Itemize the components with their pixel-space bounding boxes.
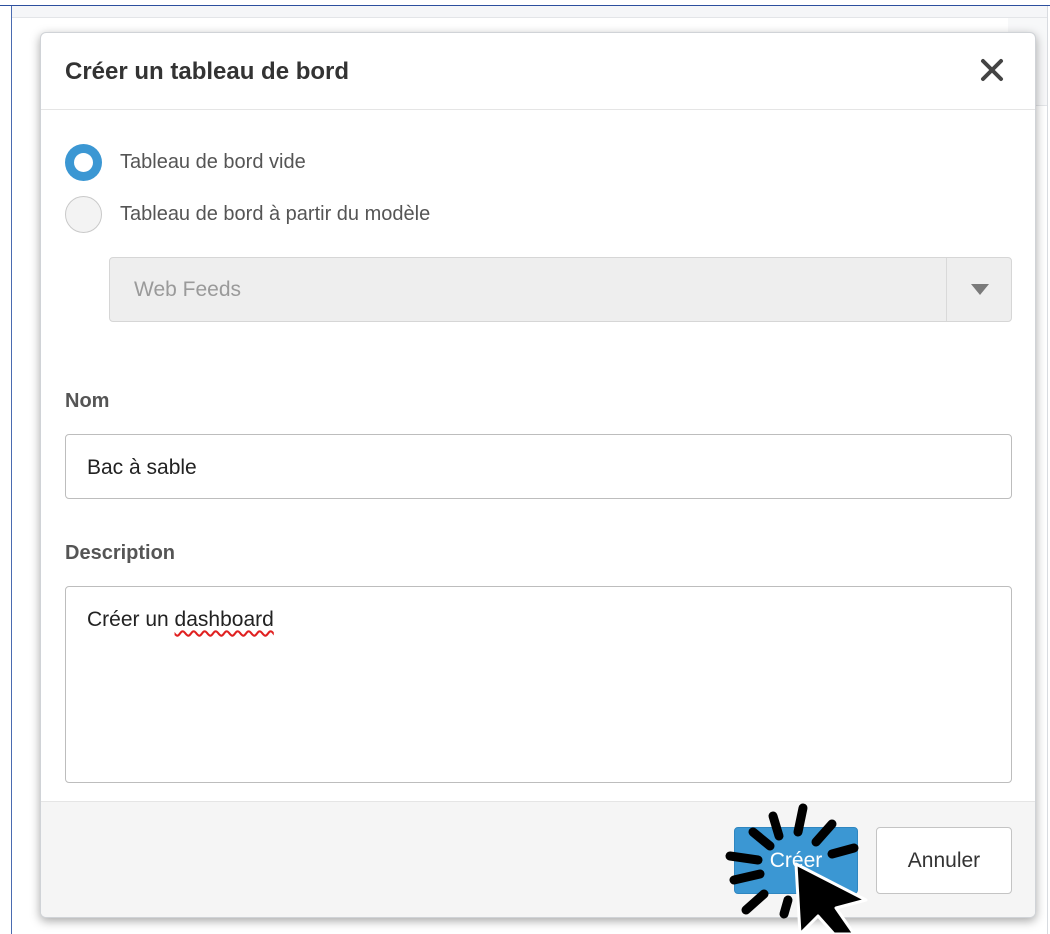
name-label: Nom [65, 390, 110, 412]
caret-down-icon [971, 284, 989, 295]
select-divider [946, 258, 947, 321]
dialog-title: Créer un tableau de bord [65, 58, 350, 85]
radio-label-empty-dashboard: Tableau de bord vide [120, 151, 306, 173]
template-select-value: Web Feeds [134, 278, 241, 301]
template-select[interactable]: Web Feeds [109, 257, 1012, 322]
misspelled-word: dashboard [174, 608, 274, 631]
radio-label-from-template: Tableau de bord à partir du modèle [120, 203, 431, 225]
radio-button-unchecked[interactable] [65, 196, 102, 233]
name-input-value: Bac à sable [87, 456, 197, 479]
background-toolbar-strip [12, 6, 1047, 18]
dialog-header: Créer un tableau de bord [41, 33, 1035, 110]
radio-option-from-template[interactable]: Tableau de bord à partir du modèle [65, 196, 430, 233]
cancel-button[interactable]: Annuler [876, 827, 1012, 894]
create-dashboard-dialog: Créer un tableau de bord Tableau de bord… [40, 32, 1036, 918]
close-button[interactable] [977, 55, 1007, 85]
radio-option-empty-dashboard[interactable]: Tableau de bord vide [65, 144, 306, 181]
description-text-prefix: Créer un [87, 608, 175, 631]
radio-button-checked[interactable] [65, 144, 102, 181]
description-text: Créer un dashboard [87, 608, 274, 632]
create-button[interactable]: Créer [734, 827, 858, 894]
background-left-border [11, 6, 12, 934]
name-input[interactable]: Bac à sable [65, 434, 1012, 499]
description-label: Description [65, 542, 176, 564]
description-textarea[interactable]: Créer un dashboard [65, 586, 1012, 783]
close-icon [981, 59, 1003, 81]
dialog-footer: Créer Annuler [41, 801, 1035, 917]
background-right-border [1047, 6, 1048, 934]
